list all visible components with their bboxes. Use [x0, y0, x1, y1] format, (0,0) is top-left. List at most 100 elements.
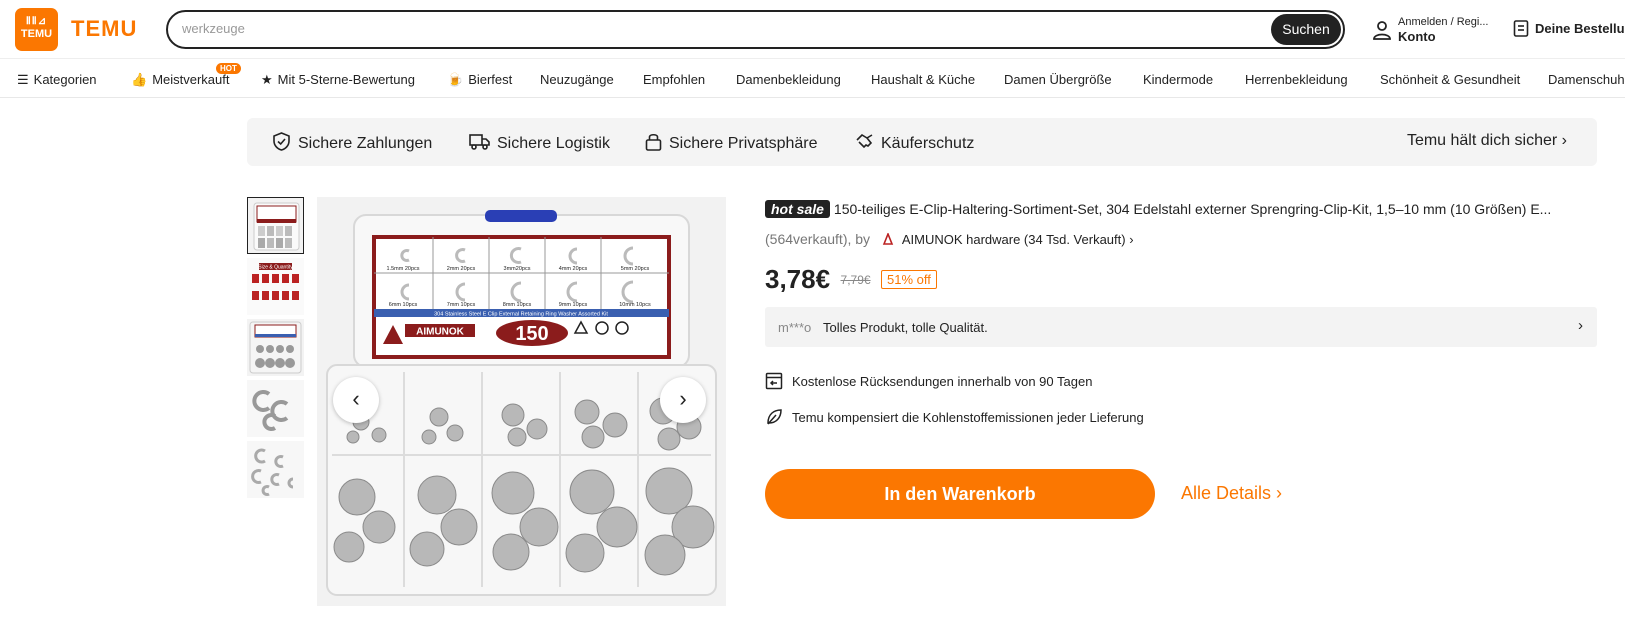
header: ⅡⅡ⊿ TEMU TEMU Suchen Anmelden / Regi... …	[0, 0, 1625, 58]
size-label: 5mm 20pcs	[621, 266, 650, 272]
size-label: 2mm 20pcs	[447, 266, 476, 272]
nav-item-home[interactable]: Haushalt & Küche	[871, 72, 975, 87]
trust-payments-label: Sichere Zahlungen	[298, 135, 433, 152]
trust-banner: Sichere Zahlungen Sichere Logistik Siche…	[247, 118, 1597, 166]
current-price: 3,78€	[765, 264, 831, 294]
account-label: Konto	[1398, 29, 1436, 44]
shop-link[interactable]: AIMUNOK hardware (34 Tsd. Verkauft) ›	[902, 232, 1134, 247]
thumbnail-3[interactable]	[247, 319, 304, 376]
size-label: 1.5mm 20pcs	[386, 266, 419, 272]
all-details-link[interactable]: Alle Details ›	[1181, 483, 1282, 504]
thumbnail-1[interactable]	[247, 197, 304, 254]
user-icon	[1373, 21, 1391, 40]
product-strip-label: 304 Stainless Steel E Clip External Reta…	[434, 312, 608, 318]
carbon-feature: Temu kompensiert die Kohlenstoffemission…	[765, 408, 1144, 426]
search-bar: Suchen	[166, 10, 1345, 49]
add-to-cart-button[interactable]: In den Warenkorb	[765, 469, 1155, 519]
nav-item-women-shoes[interactable]: Damenschuhe	[1548, 72, 1625, 87]
category-nav: ☰ Kategorien 👍 Meistverkauft HOT ★ Mit 5-St…	[0, 58, 1625, 98]
search-input[interactable]	[182, 21, 1182, 36]
handshake-icon	[856, 133, 873, 149]
trust-more-link[interactable]: Temu hält dich sicher ›	[1407, 132, 1567, 150]
shield-check-icon	[273, 132, 290, 151]
nav-item-bierfest[interactable]: 🍺 Bierfest	[447, 72, 512, 88]
sold-row: (564verkauft), by AIMUNOK hardware (34 T…	[765, 231, 1134, 247]
thumbnail-4[interactable]	[247, 380, 304, 437]
size-label: 6mm 10pcs	[389, 302, 418, 308]
thumbnail-2[interactable]: Size & Quantity	[247, 258, 304, 315]
account-login-label: Anmelden / Regi...	[1398, 16, 1489, 28]
nav-item-label: Meistverkauft	[152, 72, 230, 87]
size-label: 8mm 10pcs	[503, 302, 532, 308]
nav-item-kids[interactable]: Kindermode	[1143, 72, 1213, 87]
nav-item-five-star[interactable]: ★ Mit 5-Sterne-Bewertung	[261, 72, 415, 88]
discount-badge: 51% off	[881, 270, 937, 289]
thumbnail-clips-detail-image	[247, 441, 304, 498]
orders-icon	[1513, 20, 1529, 37]
thumbnail-clips-image	[247, 380, 304, 437]
return-box-icon	[765, 372, 783, 390]
trust-privacy-label: Sichere Privatsphäre	[669, 135, 818, 152]
review-user: m***o	[778, 320, 812, 335]
thumbnail-5[interactable]	[247, 441, 304, 498]
product-brand-label: AIMUNOK	[416, 327, 465, 338]
shop-logo-icon	[882, 231, 894, 245]
thumbnail-size-chart-image: Size & Quantity	[247, 258, 304, 315]
size-label: 4mm 20pcs	[559, 266, 588, 272]
nav-item-bestsellers[interactable]: 👍 Meistverkauft	[131, 72, 230, 88]
star-badge-icon: ★	[261, 72, 273, 87]
search-button[interactable]: Suchen	[1271, 14, 1341, 45]
beer-icon: 🍺	[447, 72, 464, 87]
logo-text: TEMU	[20, 28, 53, 40]
nav-item-new[interactable]: Neuzugänge	[540, 72, 614, 87]
hot-badge: HOT	[216, 63, 241, 74]
truck-icon	[469, 134, 490, 150]
free-returns-text: Kostenlose Rücksendungen innerhalb von 9…	[792, 374, 1093, 389]
nav-item-women[interactable]: Damenbekleidung	[736, 72, 841, 87]
trust-logistics[interactable]: Sichere Logistik	[469, 132, 610, 153]
nav-item-women-plus[interactable]: Damen Übergröße	[1004, 72, 1112, 87]
review-snippet[interactable]: m***o Tolles Produkt, tolle Qualität. ›	[765, 307, 1597, 347]
hot-sale-badge: hot sale	[765, 200, 830, 218]
free-returns-feature: Kostenlose Rücksendungen innerhalb von 9…	[765, 372, 1092, 390]
product-title: 150-teiliges E-Clip-Haltering-Sortiment-…	[833, 201, 1552, 217]
carbon-text: Temu kompensiert die Kohlenstoffemission…	[792, 410, 1144, 425]
trust-payments[interactable]: Sichere Zahlungen	[272, 132, 432, 153]
nav-item-recommended[interactable]: Empfohlen	[643, 72, 705, 87]
leaf-icon	[767, 409, 782, 425]
review-text: Tolles Produkt, tolle Qualität.	[823, 320, 988, 335]
temu-logo[interactable]: ⅡⅡ⊿ TEMU	[15, 8, 58, 51]
nav-item-men[interactable]: Herrenbekleidung	[1245, 72, 1348, 87]
brand-name[interactable]: TEMU	[71, 16, 137, 42]
size-label: 9mm 10pcs	[559, 302, 588, 308]
orders-label: Deine Bestellung	[1535, 21, 1625, 36]
original-price: 7,79€	[840, 273, 871, 287]
chevron-right-icon: ›	[1578, 317, 1583, 334]
nav-categories-label: Kategorien	[33, 72, 97, 87]
product-count-label: 150	[515, 323, 548, 345]
trust-buyer-protection-label: Käuferschutz	[881, 135, 975, 152]
thumbnail-open-box-image	[249, 321, 302, 374]
size-label: 10mm 10pcs	[619, 302, 651, 308]
thumbs-up-icon: 👍	[131, 72, 148, 87]
size-label: 7mm 10pcs	[447, 302, 476, 308]
lock-icon	[645, 133, 662, 151]
menu-icon: ☰	[17, 72, 29, 87]
trust-buyer-protection[interactable]: Käuferschutz	[855, 132, 974, 153]
price-row: 3,78€ 7,79€ 51% off	[765, 264, 937, 295]
next-image-button[interactable]: ›	[660, 377, 706, 423]
product-title-row: hot sale 150-teiliges E-Clip-Haltering-So…	[765, 200, 1595, 218]
logo-icons: ⅡⅡ⊿	[25, 16, 48, 27]
sold-count: (564verkauft), by	[765, 231, 871, 247]
thumbnail-box-image	[253, 202, 300, 251]
prev-image-button[interactable]: ‹	[333, 377, 379, 423]
size-label: 3mm20pcs	[504, 266, 531, 272]
nav-item-label: Bierfest	[468, 72, 513, 87]
main-product-image[interactable]: 1.5mm 20pcs 2mm 20pcs 3mm20pcs 4mm 20pcs…	[317, 197, 726, 606]
nav-item-label: Mit 5-Sterne-Bewertung	[277, 72, 415, 87]
thumbnail-size-label: Size & Quantity	[258, 265, 293, 271]
trust-logistics-label: Sichere Logistik	[497, 135, 610, 152]
trust-privacy[interactable]: Sichere Privatsphäre	[645, 132, 818, 153]
nav-item-beauty[interactable]: Schönheit & Gesundheit	[1380, 72, 1520, 87]
nav-categories[interactable]: ☰ Kategorien	[17, 72, 97, 88]
